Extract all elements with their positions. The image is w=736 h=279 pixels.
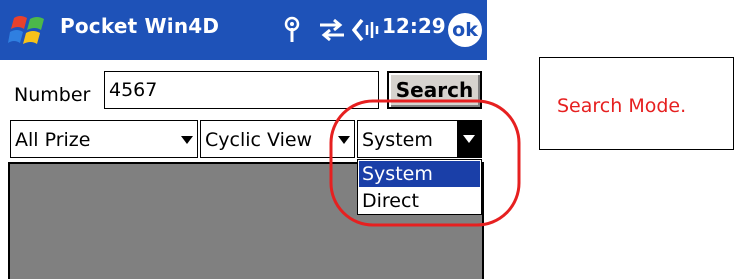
view-select-value: Cyclic View — [205, 129, 313, 151]
app-title: Pocket Win4D — [60, 14, 220, 38]
chevron-down-icon — [181, 136, 193, 144]
number-label: Number — [14, 84, 91, 106]
windows-start-icon[interactable] — [8, 10, 50, 50]
ok-button[interactable]: ok — [448, 13, 482, 47]
callout-text: Search Mode. — [557, 95, 687, 117]
prize-select[interactable]: All Prize — [10, 120, 198, 158]
sync-arrows-icon[interactable] — [318, 18, 346, 42]
highlight-ellipse — [329, 99, 521, 227]
speaker-volume-icon[interactable] — [352, 17, 380, 43]
prize-select-value: All Prize — [15, 129, 91, 151]
signal-antenna-icon[interactable] — [284, 16, 300, 44]
clock[interactable]: 12:29 — [382, 14, 446, 38]
